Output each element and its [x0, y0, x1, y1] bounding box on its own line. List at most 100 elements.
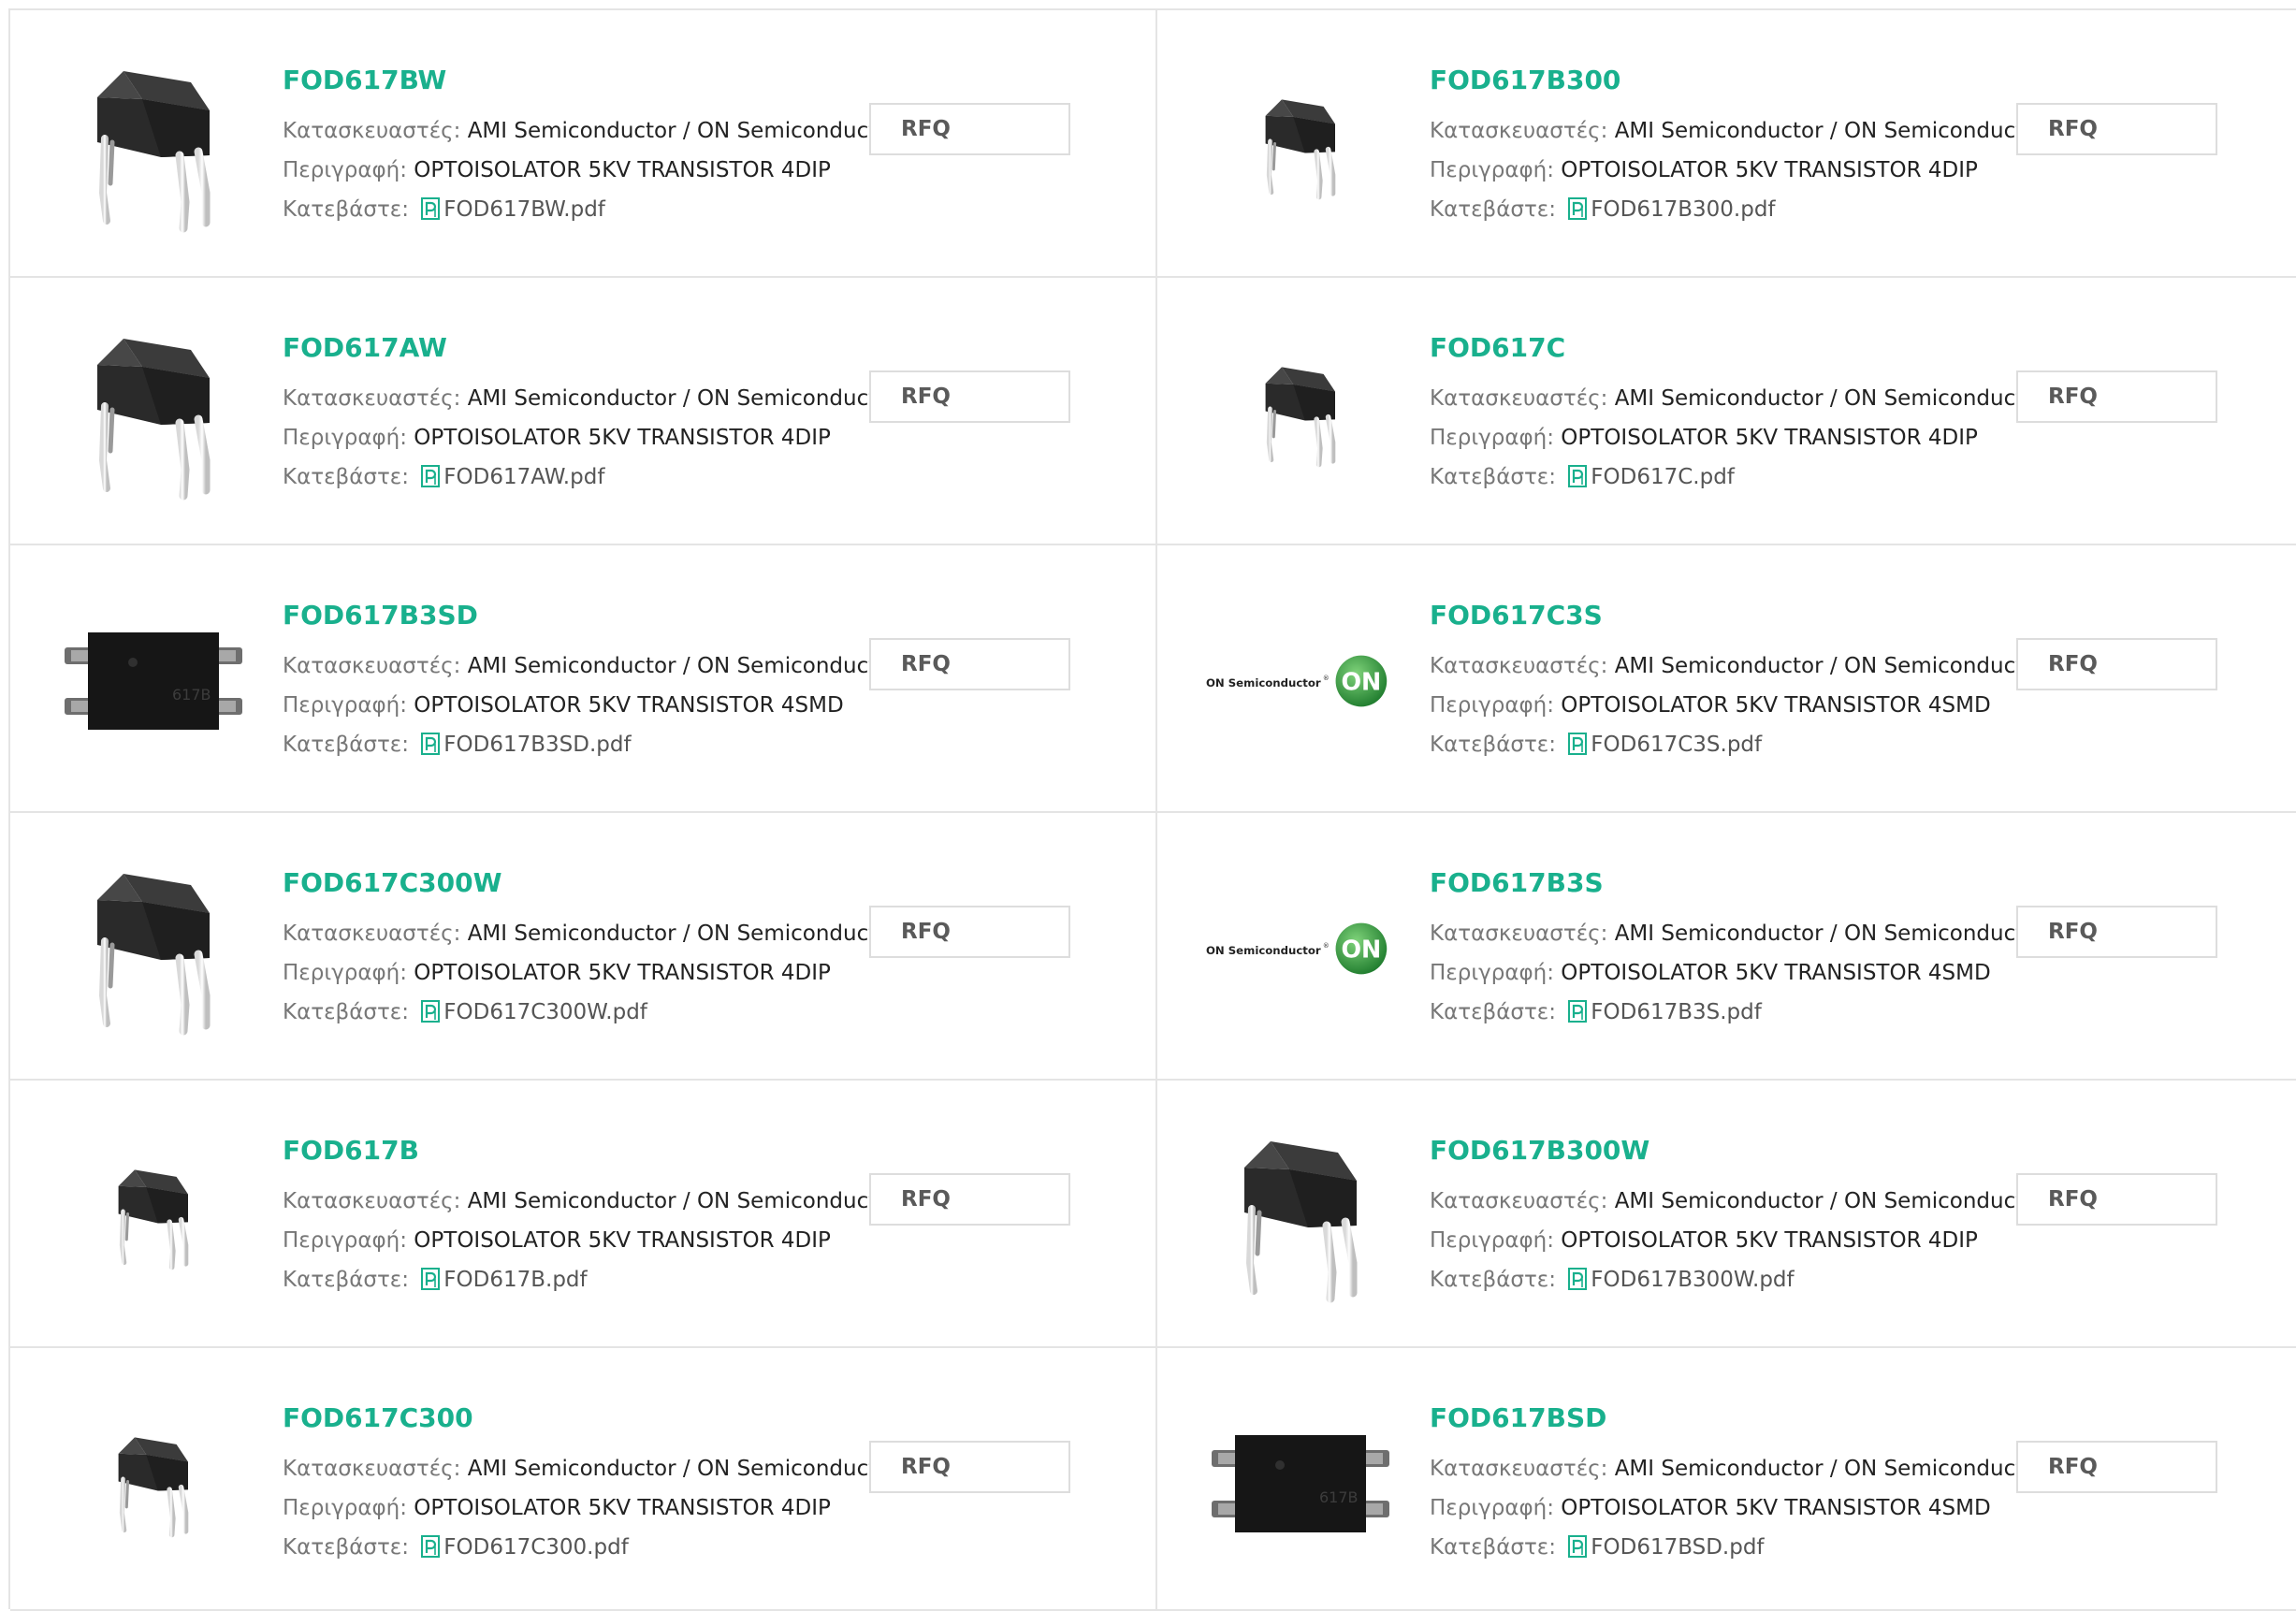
- product-title-link[interactable]: FOD617B3S: [1430, 867, 2010, 899]
- product-title-link[interactable]: FOD617B: [283, 1135, 863, 1167]
- product-image[interactable]: 617B: [1204, 1387, 1396, 1579]
- description-label: Περιγραφή:: [283, 426, 407, 450]
- description-row: Περιγραφή: OPTOISOLATOR 5KV TRANSISTOR 4…: [1430, 1221, 2010, 1260]
- product-card: FOD617B300W Κατασκευαστές: AMI Semicondu…: [1157, 1081, 2296, 1348]
- description-row: Περιγραφή: OPTOISOLATOR 5KV TRANSISTOR 4…: [1430, 953, 2010, 993]
- download-row: Κατεβάστε: FOD617B300.pdf: [1430, 190, 2010, 229]
- datasheet-link[interactable]: FOD617B300.pdf: [1562, 194, 1776, 222]
- manufacturer-value: AMI Semiconductor / ON Semiconductor: [1614, 119, 2046, 143]
- rfq-button[interactable]: RFQ: [2016, 906, 2217, 958]
- datasheet-filename: FOD617C300.pdf: [443, 1535, 629, 1560]
- rfq-button[interactable]: RFQ: [2016, 638, 2217, 690]
- product-info: FOD617B3S Κατασκευαστές: AMI Semiconduct…: [1430, 867, 2046, 1032]
- product-title-link[interactable]: FOD617BSD: [1430, 1402, 2010, 1434]
- manufacturer-label: Κατασκευαστές:: [1430, 119, 1608, 143]
- description-value: OPTOISOLATOR 5KV TRANSISTOR 4DIP: [414, 1496, 831, 1520]
- product-title-link[interactable]: FOD617B3SD: [283, 600, 863, 631]
- product-title-link[interactable]: FOD617C300W: [283, 867, 863, 899]
- product-title-link[interactable]: FOD617B300: [1430, 65, 2010, 96]
- rfq-button[interactable]: RFQ: [2016, 1441, 2217, 1493]
- product-image[interactable]: [57, 1120, 249, 1312]
- download-row: Κατεβάστε: FOD617C300.pdf: [283, 1528, 863, 1567]
- manufacturer-value: AMI Semiconductor / ON Semiconductor: [1614, 386, 2046, 411]
- rfq-button[interactable]: RFQ: [869, 370, 1070, 423]
- manufacturer-value: AMI Semiconductor / ON Semiconductor: [467, 119, 899, 143]
- product-card: 617B FOD617B3SD Κατασκευαστές: AMI Semic…: [10, 545, 1157, 813]
- dip-package-image: [96, 338, 210, 500]
- product-title-link[interactable]: FOD617C3S: [1430, 600, 2010, 631]
- product-card: FOD617B Κατασκευαστές: AMI Semiconductor…: [10, 1081, 1157, 1348]
- description-row: Περιγραφή: OPTOISOLATOR 5KV TRANSISTOR 4…: [1430, 151, 2010, 190]
- pdf-icon: [1568, 996, 1588, 1023]
- description-value: OPTOISOLATOR 5KV TRANSISTOR 4SMD: [1561, 961, 1991, 985]
- product-image[interactable]: [1204, 317, 1396, 509]
- smd-package-image: 617B: [1211, 1434, 1389, 1532]
- product-image[interactable]: [57, 50, 249, 241]
- download-label: Κατεβάστε:: [1430, 465, 1556, 489]
- product-image[interactable]: ON Semiconductor ® ON: [1204, 852, 1396, 1044]
- description-value: OPTOISOLATOR 5KV TRANSISTOR 4DIP: [1561, 158, 1978, 182]
- datasheet-link[interactable]: FOD617C3S.pdf: [1562, 733, 1762, 757]
- datasheet-link[interactable]: FOD617BSD.pdf: [1562, 1535, 1765, 1560]
- datasheet-filename: FOD617B3S.pdf: [1591, 1000, 1762, 1024]
- product-image[interactable]: [57, 317, 249, 509]
- rfq-button[interactable]: RFQ: [869, 638, 1070, 690]
- datasheet-link[interactable]: FOD617B300W.pdf: [1562, 1268, 1795, 1292]
- product-info: FOD617B300W Κατασκευαστές: AMI Semicondu…: [1430, 1135, 2046, 1299]
- download-row: Κατεβάστε: FOD617AW.pdf: [283, 457, 863, 497]
- datasheet-link[interactable]: FOD617C300W.pdf: [415, 1000, 647, 1024]
- rfq-button[interactable]: RFQ: [869, 1173, 1070, 1226]
- datasheet-link[interactable]: FOD617B.pdf: [415, 1268, 588, 1292]
- datasheet-link[interactable]: FOD617BW.pdf: [415, 197, 605, 222]
- download-label: Κατεβάστε:: [283, 197, 409, 222]
- svg-text:617B: 617B: [172, 686, 211, 704]
- manufacturer-row: Κατασκευαστές: AMI Semiconductor / ON Se…: [283, 646, 899, 686]
- product-info: FOD617C300W Κατασκευαστές: AMI Semicondu…: [283, 867, 899, 1032]
- description-row: Περιγραφή: OPTOISOLATOR 5KV TRANSISTOR 4…: [283, 418, 863, 457]
- product-title-link[interactable]: FOD617B300W: [1430, 1135, 2010, 1167]
- manufacturer-value: AMI Semiconductor / ON Semiconductor: [467, 654, 899, 678]
- product-info: FOD617B300 Κατασκευαστές: AMI Semiconduc…: [1430, 65, 2046, 229]
- description-value: OPTOISOLATOR 5KV TRANSISTOR 4DIP: [414, 1228, 831, 1253]
- datasheet-link[interactable]: FOD617C.pdf: [1562, 465, 1735, 489]
- manufacturer-label: Κατασκευαστές:: [1430, 1189, 1608, 1213]
- dip-package-image: [1243, 1140, 1357, 1302]
- product-image[interactable]: [1204, 50, 1396, 241]
- product-image[interactable]: 617B: [57, 585, 249, 776]
- svg-text:®: ®: [1323, 675, 1330, 682]
- manufacturer-label: Κατασκευαστές:: [1430, 654, 1608, 678]
- product-card: ON Semiconductor ® ON FOD617C3S Κατασκευ…: [1157, 545, 2296, 813]
- datasheet-link[interactable]: FOD617B3S.pdf: [1562, 1000, 1762, 1024]
- product-title-link[interactable]: FOD617BW: [283, 65, 863, 96]
- manufacturer-label: Κατασκευαστές:: [1430, 1457, 1608, 1481]
- datasheet-link[interactable]: FOD617C300.pdf: [415, 1535, 629, 1560]
- rfq-button[interactable]: RFQ: [869, 906, 1070, 958]
- pdf-icon: [421, 729, 441, 755]
- download-row: Κατεβάστε: FOD617B.pdf: [283, 1260, 863, 1299]
- description-label: Περιγραφή:: [283, 158, 407, 182]
- product-image[interactable]: [1204, 1120, 1396, 1312]
- rfq-button[interactable]: RFQ: [869, 1441, 1070, 1493]
- product-title-link[interactable]: FOD617C300: [283, 1402, 863, 1434]
- product-title-link[interactable]: FOD617C: [1430, 332, 2010, 364]
- rfq-button[interactable]: RFQ: [2016, 103, 2217, 155]
- product-image[interactable]: ON Semiconductor ® ON: [1204, 585, 1396, 776]
- product-title-link[interactable]: FOD617AW: [283, 332, 863, 364]
- datasheet-link[interactable]: FOD617AW.pdf: [415, 465, 604, 489]
- manufacturer-value: AMI Semiconductor / ON Semiconductor: [467, 386, 899, 411]
- datasheet-filename: FOD617BSD.pdf: [1591, 1535, 1765, 1560]
- rfq-button[interactable]: RFQ: [2016, 370, 2217, 423]
- product-card: FOD617C300 Κατασκευαστές: AMI Semiconduc…: [10, 1348, 1157, 1611]
- manufacturer-label: Κατασκευαστές:: [1430, 922, 1608, 946]
- product-image[interactable]: [57, 852, 249, 1044]
- manufacturer-row: Κατασκευαστές: AMI Semiconductor / ON Se…: [1430, 1182, 2046, 1221]
- product-image[interactable]: [57, 1387, 249, 1579]
- manufacturer-value: AMI Semiconductor / ON Semiconductor: [1614, 1189, 2046, 1213]
- pdf-icon: [1568, 194, 1588, 220]
- datasheet-link[interactable]: FOD617B3SD.pdf: [415, 733, 632, 757]
- description-value: OPTOISOLATOR 5KV TRANSISTOR 4DIP: [414, 158, 831, 182]
- on-semiconductor-logo: ON Semiconductor ® ON: [1206, 655, 1388, 706]
- rfq-button[interactable]: RFQ: [2016, 1173, 2217, 1226]
- rfq-button[interactable]: RFQ: [869, 103, 1070, 155]
- download-label: Κατεβάστε:: [1430, 1535, 1556, 1560]
